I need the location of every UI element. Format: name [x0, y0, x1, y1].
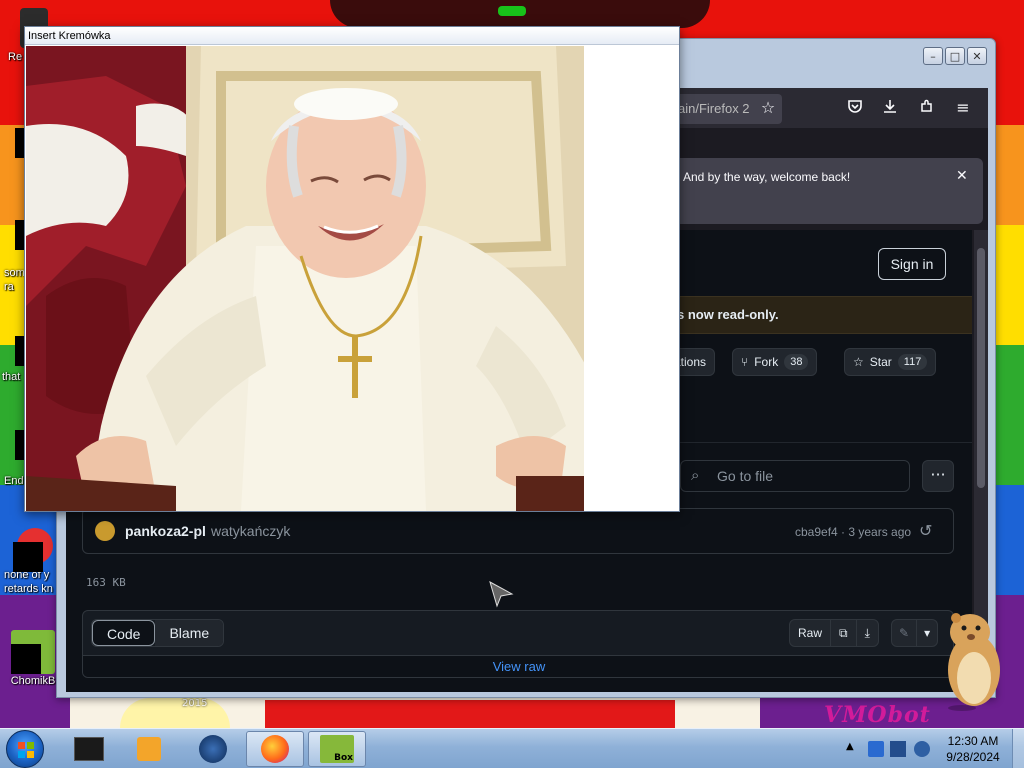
wallpaper-vmobot-text: VMObot: [824, 702, 931, 728]
box-app-label: Box: [334, 753, 353, 763]
extensions-icon[interactable]: [917, 98, 937, 118]
copy-icon[interactable]: ⧉: [831, 620, 857, 646]
fork-icon: ⑂: [741, 355, 749, 369]
fork-button[interactable]: ⑂ Fork 38: [732, 348, 818, 376]
chevron-down-icon[interactable]: ▾: [917, 620, 937, 646]
taskbar-app-firefox[interactable]: [246, 731, 304, 767]
notification-close-icon[interactable]: ✕: [956, 168, 968, 184]
star-button[interactable]: ☆ Star 117: [844, 348, 937, 376]
go-to-file-placeholder: Go to file: [717, 468, 774, 484]
download-icon[interactable]: ⤓: [857, 620, 878, 646]
tray-expand-icon[interactable]: ▲: [846, 741, 862, 757]
commit-meta[interactable]: cba9ef4 · 3 years ago: [795, 525, 911, 539]
redacted-icon: [11, 644, 41, 674]
firefox-icon: [261, 735, 289, 763]
wallpaper-year-text: 2015: [182, 698, 208, 709]
kremowka-popup-window: Insert Kremówka: [24, 26, 680, 512]
bookmark-star-icon[interactable]: ☆: [758, 98, 778, 118]
raw-actions: Raw ⧉ ⤓: [789, 619, 879, 647]
redacted-icon: [13, 542, 43, 572]
hamburger-menu-icon[interactable]: ≡: [953, 98, 973, 118]
latest-commit-box: pankoza2-pl watykańczyk cba9ef4 · 3 year…: [82, 508, 954, 554]
taskbar-app-terminal[interactable]: [60, 731, 118, 767]
pencil-icon[interactable]: ✎: [892, 620, 918, 646]
code-blame-toggle: Code Blame: [91, 619, 225, 647]
search-icon: ⌕: [691, 467, 700, 484]
go-to-file-input[interactable]: ⌕ Go to file: [680, 460, 910, 492]
clock-date: 9/28/2024: [946, 750, 1000, 764]
show-desktop-button[interactable]: [1012, 729, 1024, 768]
volume-icon[interactable]: [914, 741, 930, 757]
tab-blame[interactable]: Blame: [155, 620, 224, 646]
box-app-icon: Box: [320, 735, 354, 763]
minimize-button[interactable]: –: [923, 47, 943, 65]
pocket-icon[interactable]: [845, 98, 865, 118]
commit-author[interactable]: pankoza2-pl: [125, 523, 206, 539]
star-label: Star: [869, 355, 892, 369]
desktop-icon-label: ChomikB: [10, 675, 56, 687]
fork-count: 38: [784, 354, 809, 370]
avatar[interactable]: [95, 521, 115, 541]
commit-message[interactable]: watykańczyk: [211, 523, 290, 539]
clock-time: 12:30 AM: [947, 734, 999, 748]
edit-actions: ✎ ▾: [891, 619, 939, 647]
star-count: 117: [897, 354, 928, 370]
taskbar-app-media[interactable]: [120, 731, 178, 767]
mouse-cursor: [488, 580, 514, 608]
desktop-icon-chomik[interactable]: ChomikB: [2, 630, 64, 688]
pope-photo: [26, 46, 584, 511]
notification-text: And by the way, welcome back!: [683, 170, 851, 184]
hamster-sticker: [940, 604, 1006, 712]
sign-in-button[interactable]: Sign in: [878, 248, 946, 280]
wallpaper-bottom-yellow: [120, 698, 230, 728]
more-options-button[interactable]: ···: [922, 460, 954, 492]
file-size: 163 KB: [86, 576, 126, 589]
tray-app-icon[interactable]: [868, 741, 884, 757]
start-button[interactable]: [6, 730, 44, 768]
taskbar-app-box[interactable]: Box: [308, 731, 366, 767]
wallpaper-green-light: [498, 6, 526, 16]
view-raw-link[interactable]: View raw: [83, 655, 953, 677]
downloads-icon[interactable]: [880, 98, 900, 118]
maximize-button[interactable]: □: [945, 47, 965, 65]
media-player-icon: [137, 737, 161, 761]
file-viewer: Code Blame Raw ⧉ ⤓ ✎ ▾ View raw: [82, 610, 954, 678]
archived-banner-text: s now read-only.: [677, 307, 779, 322]
terminal-icon: [74, 737, 104, 761]
wallpaper-bottom-red: [265, 700, 675, 728]
window-controls: – □ ✕: [923, 47, 987, 65]
tab-code[interactable]: Code: [92, 620, 156, 646]
popup-title[interactable]: Insert Kremówka: [25, 27, 679, 45]
taskbar-app-globe[interactable]: [184, 731, 242, 767]
history-icon[interactable]: ↺: [919, 521, 932, 540]
close-button[interactable]: ✕: [967, 47, 987, 65]
network-icon[interactable]: [890, 741, 906, 757]
system-clock[interactable]: 12:30 AM 9/28/2024: [938, 733, 1008, 765]
fork-label: Fork: [754, 355, 779, 369]
raw-button[interactable]: Raw: [790, 620, 832, 646]
star-icon: ☆: [853, 355, 864, 369]
scrollbar-thumb[interactable]: [977, 248, 985, 488]
globe-icon: [199, 735, 227, 763]
windows-logo-icon: [18, 742, 34, 758]
taskbar: Box ▲ 12:30 AM 9/28/2024: [0, 728, 1024, 768]
